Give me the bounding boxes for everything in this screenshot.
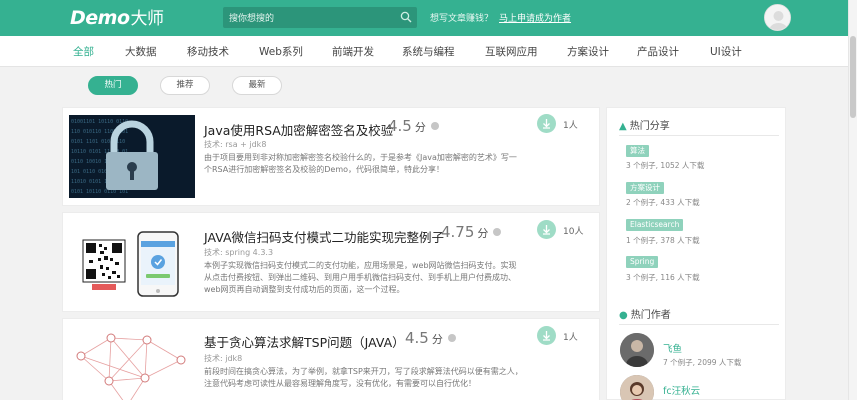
article-description: 前段时间在搞贪心算法，为了举例，就拿TSP来开刀，写了段求解算法代码以便有需之人… <box>204 367 523 388</box>
scrollbar-thumb[interactable] <box>850 36 856 118</box>
category-nav: 全部 大数据 移动技术 Web系列 前端开发 系统与编程 互联网应用 方案设计 … <box>0 36 848 67</box>
article-title[interactable]: 基于贪心算法求解TSP问题（JAVA） <box>204 332 405 351</box>
article-card[interactable]: JAVA微信扫码支付模式二功能实现完整例子 4.75 分 技术: spring 4… <box>62 212 600 312</box>
score-unit: 分 <box>414 121 426 134</box>
article-description: 由于项目要用到非对称加密解密签名校验什么的，于是参考《Java加密解密的艺术》写… <box>204 153 517 174</box>
user-avatar-icon <box>765 5 790 30</box>
article-tags: 技术: jdk8 <box>204 354 243 363</box>
download-icon[interactable] <box>537 114 556 133</box>
hot-author-title: 热门作者 <box>630 310 671 321</box>
score-unit: 分 <box>477 227 489 240</box>
user-avatar[interactable] <box>764 4 791 31</box>
score-value: 4.75 <box>441 223 475 241</box>
nav-item-ui[interactable]: UI设计 <box>710 44 742 59</box>
filter-recommended[interactable]: 推荐 <box>160 76 210 95</box>
info-icon[interactable] <box>447 334 456 342</box>
author-meta: 7 个例子, 2099 人下载 <box>663 358 742 367</box>
divider <box>619 324 779 325</box>
article-title[interactable]: JAVA微信扫码支付模式二功能实现完整例子 <box>204 227 444 246</box>
score-value: 4.5 <box>405 329 429 347</box>
article-score: 4.75 分 <box>441 223 502 241</box>
hot-share-meta: 3 个例子, 116 人下载 <box>626 273 700 282</box>
graph-thumbnail-image <box>69 326 195 400</box>
article-title[interactable]: Java使用RSA加密解密签名及校验 <box>204 120 393 139</box>
top-header: Demo大师 搜你想搜的 想写文章赚钱？ 马上申请成为作者 <box>0 0 857 36</box>
hot-share-meta: 1 个例子, 378 人下载 <box>626 236 700 245</box>
download-arrow-icon <box>543 225 550 235</box>
author-avatar[interactable] <box>620 375 654 400</box>
nav-item-frontend[interactable]: 前端开发 <box>332 44 374 59</box>
hot-share-tag[interactable]: Spring <box>626 256 659 268</box>
filter-latest[interactable]: 最新 <box>232 76 282 95</box>
nav-item-systems[interactable]: 系统与编程 <box>402 44 455 59</box>
article-score: 4.5 分 <box>388 117 439 135</box>
sidebar: ▲ 热门分享 算法 3 个例子, 1052 人下载 方案设计 2 个例子, 433… <box>606 107 786 400</box>
hot-share-meta: 2 个例子, 433 人下载 <box>626 198 700 207</box>
hot-share-meta: 3 个例子, 1052 人下载 <box>626 161 705 170</box>
filter-hot[interactable]: 热门 <box>88 76 138 95</box>
search-input[interactable]: 搜你想搜的 <box>223 7 417 28</box>
article-tags: 技术: spring 4.3.3 <box>204 248 274 257</box>
search-icon[interactable] <box>400 11 412 23</box>
nav-item-bigdata[interactable]: 大数据 <box>125 44 157 59</box>
nav-item-solution[interactable]: 方案设计 <box>567 44 609 59</box>
qr-payment-thumbnail-image <box>69 220 195 303</box>
download-count: 1人 <box>563 121 578 131</box>
search-placeholder: 搜你想搜的 <box>229 14 275 24</box>
nav-item-mobile[interactable]: 移动技术 <box>187 44 229 59</box>
hot-author-heading: ● 热门作者 <box>619 306 671 321</box>
info-icon[interactable] <box>493 228 502 236</box>
article-description: 本例子实现微信扫码支付模式二的支付功能，应用场景是，web网站微信扫码支付。实现… <box>204 261 517 294</box>
author-prompt: 想写文章赚钱？ 马上申请成为作者 <box>430 11 571 24</box>
logo-cn: 大师 <box>130 9 165 29</box>
download-arrow-icon <box>543 119 550 129</box>
article-thumbnail[interactable]: 01001101 10110 0110 110 010110 1101 001 0… <box>69 115 195 198</box>
nav-item-all[interactable]: 全部 <box>73 44 94 59</box>
score-unit: 分 <box>431 333 443 346</box>
hot-share-title: 热门分享 <box>629 121 670 132</box>
article-card[interactable]: 01001101 10110 0110 110 010110 1101 001 0… <box>62 107 600 206</box>
lock-thumbnail-image: 01001101 10110 0110110 010110 1101 001 0… <box>69 115 195 198</box>
author-question: 想写文章赚钱？ <box>430 14 494 24</box>
nav-item-internet[interactable]: 互联网应用 <box>485 44 538 59</box>
divider <box>619 135 779 136</box>
download-arrow-icon <box>543 331 550 341</box>
hot-share-heading: ▲ 热门分享 <box>619 117 670 132</box>
site-logo[interactable]: Demo大师 <box>70 8 164 29</box>
article-thumbnail[interactable] <box>69 220 195 303</box>
author-photo <box>620 333 654 367</box>
nav-item-web[interactable]: Web系列 <box>259 44 303 59</box>
author-name[interactable]: 飞鱼 <box>663 341 682 355</box>
page-scrollbar[interactable] <box>848 0 857 400</box>
nav-item-product[interactable]: 产品设计 <box>637 44 679 59</box>
logo-text: Demo <box>70 7 130 29</box>
user-icon: ● <box>619 310 628 321</box>
score-value: 4.5 <box>388 117 412 135</box>
svg-text:01001101 10110 0110: 01001101 10110 0110 <box>71 119 128 125</box>
download-count: 10人 <box>563 227 584 237</box>
download-icon[interactable] <box>537 220 556 239</box>
info-icon[interactable] <box>430 122 439 130</box>
author-name[interactable]: fc汪秋云 <box>663 383 700 397</box>
article-score: 4.5 分 <box>405 329 456 347</box>
article-thumbnail[interactable] <box>69 326 195 400</box>
article-tags: 技术: rsa + jdk8 <box>204 140 267 149</box>
hot-share-tag[interactable]: 方案设计 <box>626 182 664 194</box>
fire-icon: ▲ <box>619 121 627 132</box>
download-count: 1人 <box>563 333 578 343</box>
author-avatar[interactable] <box>620 333 654 367</box>
article-card[interactable]: 基于贪心算法求解TSP问题（JAVA） 4.5 分 技术: jdk8 前段时间在搞… <box>62 318 600 400</box>
download-icon[interactable] <box>537 326 556 345</box>
hot-share-tag[interactable]: 算法 <box>626 145 649 157</box>
author-photo <box>620 375 654 400</box>
apply-author-link[interactable]: 马上申请成为作者 <box>499 14 571 24</box>
hot-share-tag[interactable]: Elasticsearch <box>626 219 684 231</box>
